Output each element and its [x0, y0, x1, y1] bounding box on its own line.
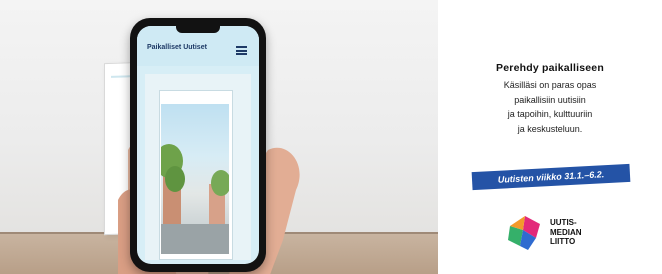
logo-line: MEDIAN	[550, 227, 582, 237]
ad-body-line: ja tapoihin, kulttuuriin	[507, 109, 593, 119]
logo-line: LIITTO	[550, 237, 576, 246]
phone-notch	[176, 26, 220, 33]
logo-mark-icon	[508, 216, 540, 250]
street-illustration	[161, 104, 229, 254]
logo-text: UUTIS- MEDIAN LIITTO	[550, 218, 582, 247]
ad-body: Käsilläsi on paras opas paikallisiin uut…	[438, 78, 662, 136]
phone-screen: Paikalliset Uutiset	[137, 26, 259, 264]
smartphone: Paikalliset Uutiset	[130, 18, 266, 272]
logo-line: UUTIS-	[550, 218, 577, 227]
ad-body-line: paikallisiin uutisiin	[514, 94, 586, 105]
ad-headline: Perehdy paikalliseen	[496, 62, 604, 74]
app-logo: Paikalliset Uutiset	[147, 44, 207, 51]
ad-body-line: Käsilläsi on paras opas	[503, 80, 597, 90]
ad-body-line: ja keskusteluun.	[517, 123, 583, 134]
week-badge: Uutisten viikko 31.1.–6.2.	[471, 163, 631, 191]
advertisement-banner[interactable]: Paikalliset Uutiset Perehdy paikalliseen…	[0, 0, 662, 274]
ad-photo: Paikalliset Uutiset	[0, 0, 438, 274]
uutismedian-liitto-logo: UUTIS- MEDIAN LIITTO	[506, 212, 616, 256]
menu-icon	[236, 46, 247, 55]
ad-text-panel: Perehdy paikalliseen Käsilläsi on paras …	[438, 0, 662, 274]
